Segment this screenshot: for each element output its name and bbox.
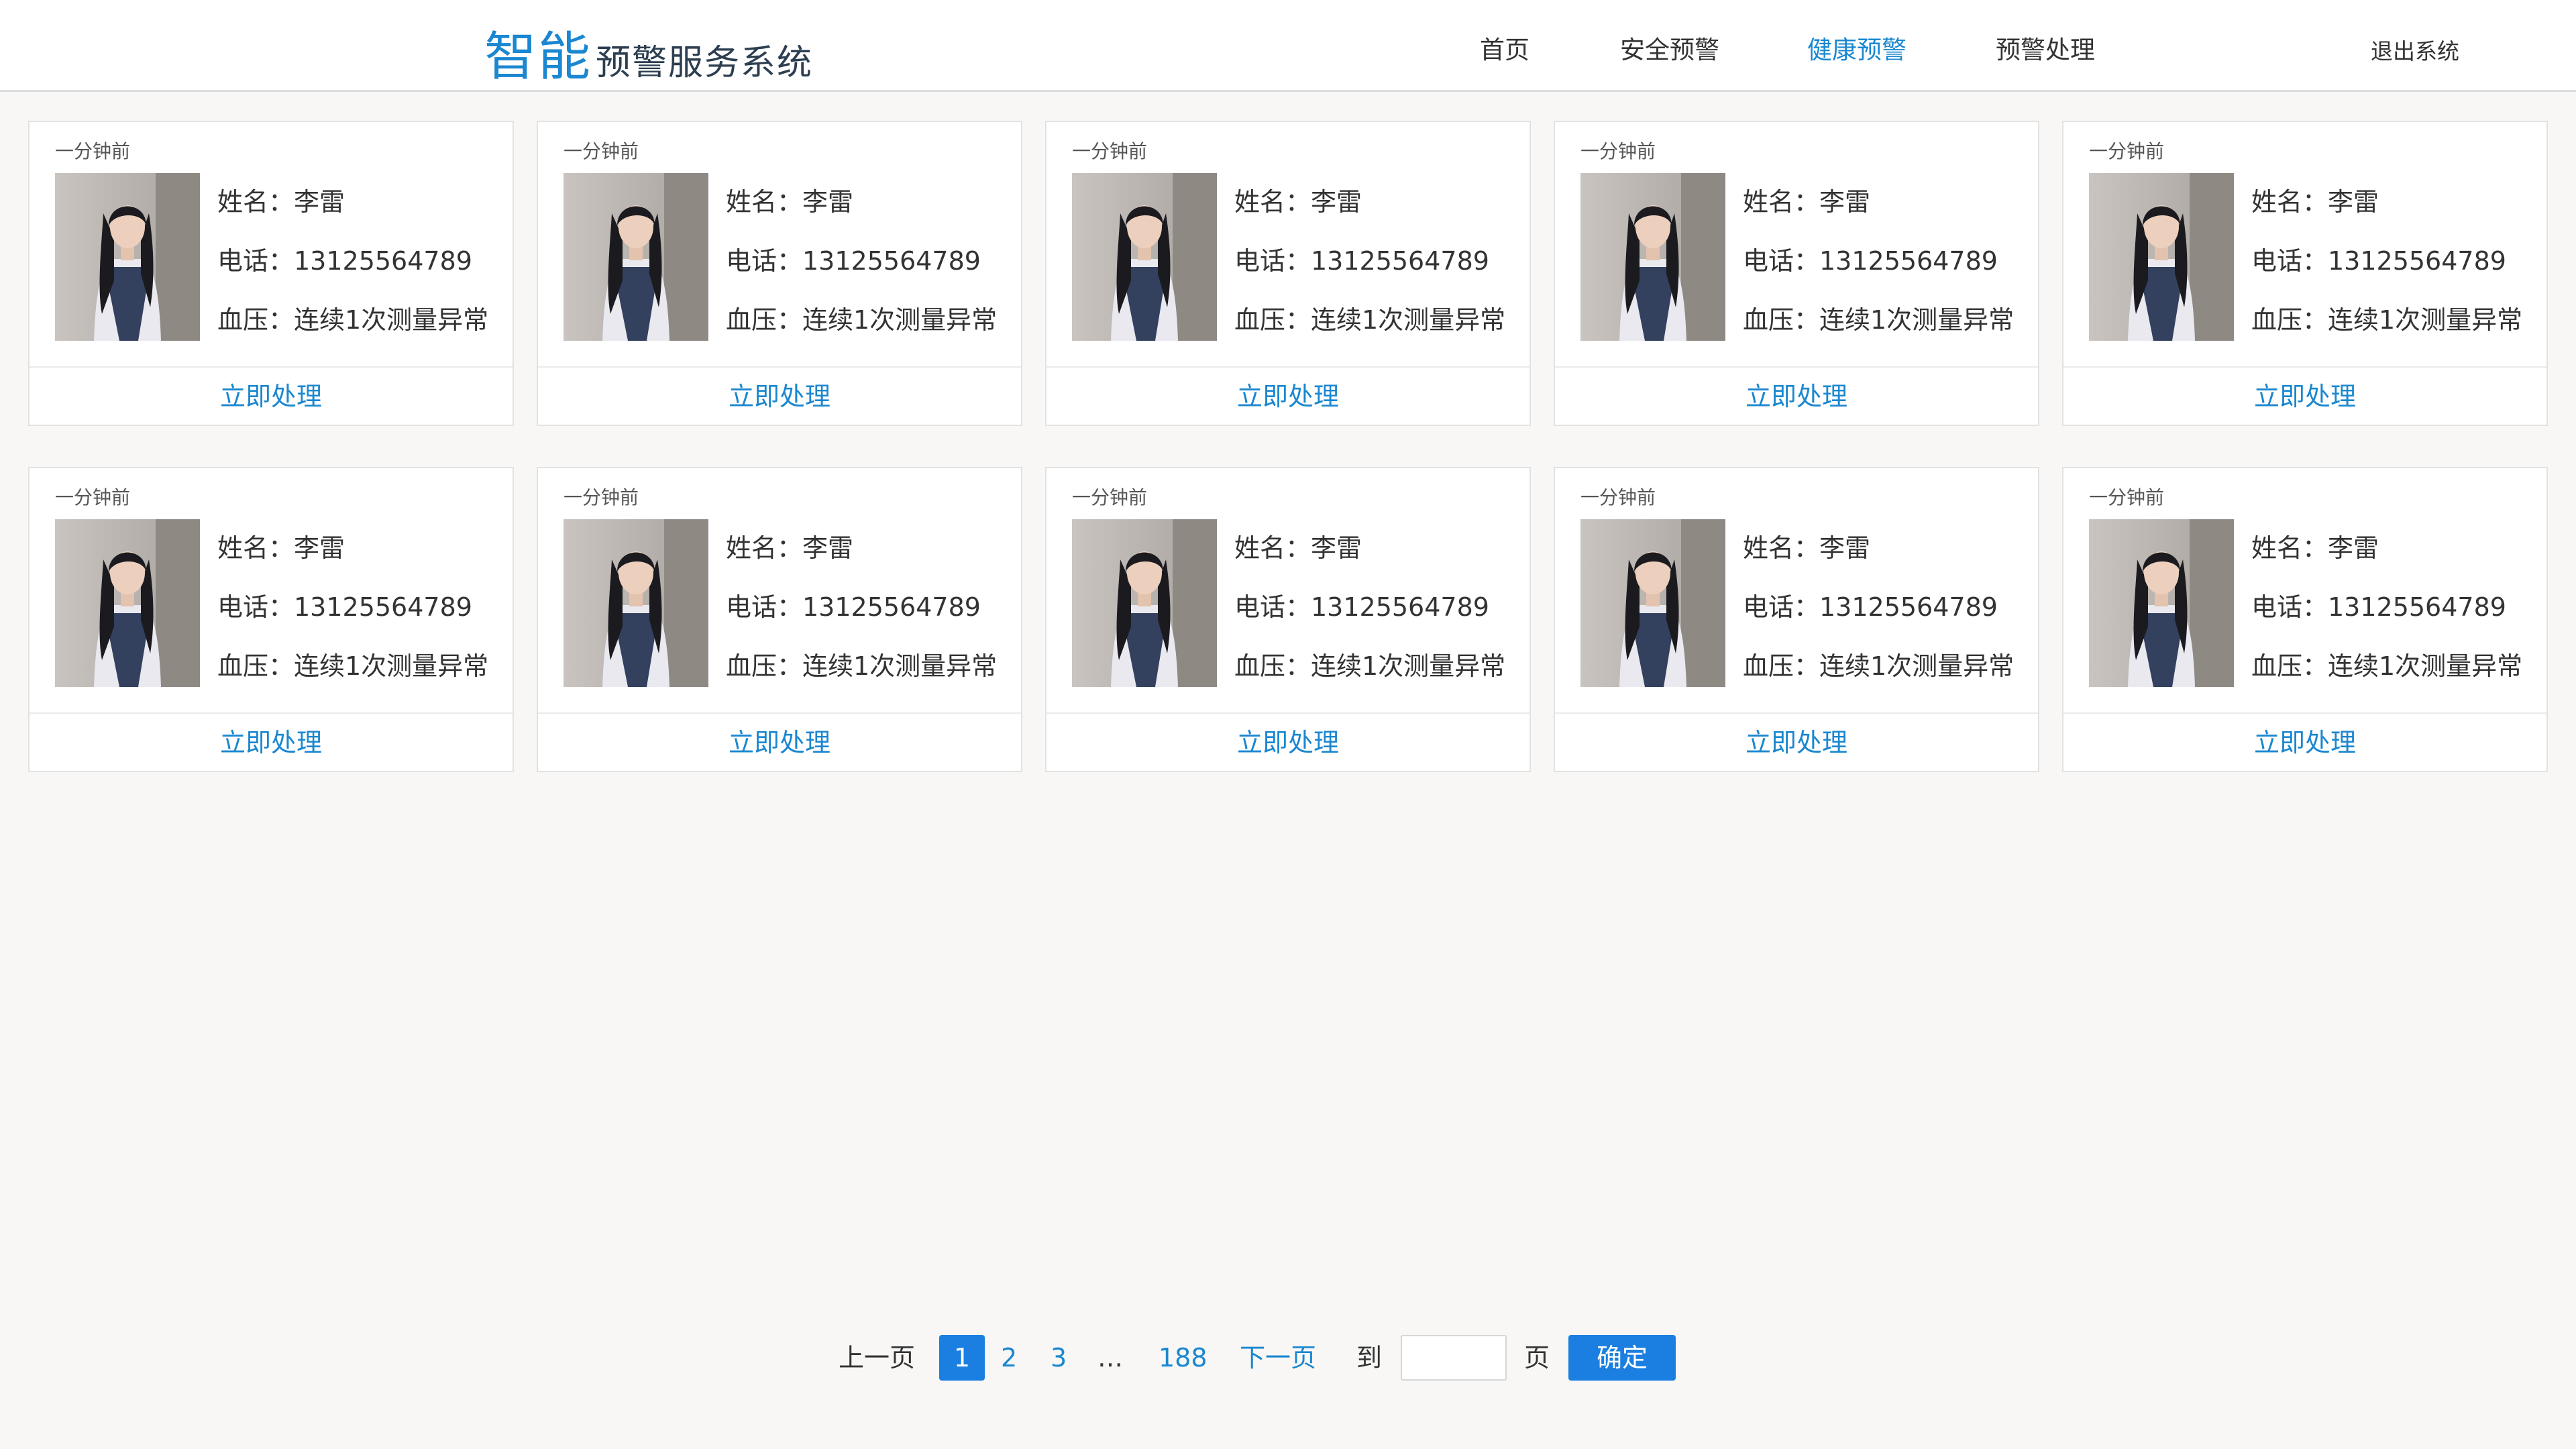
nav-warning-handling[interactable]: 预警处理: [1996, 30, 2095, 66]
person-photo: [1072, 519, 1217, 687]
person-photo: [1072, 173, 1217, 341]
person-photo: [2089, 519, 2234, 687]
prev-page-link[interactable]: 上一页: [839, 1335, 915, 1381]
warning-card: 一分钟前姓名：李雷电话：13125564789 血压：连续1次测量异常立即处理: [537, 467, 1022, 772]
card-blood-pressure: 血压：连续1次测量异常: [217, 651, 489, 681]
card-name: 姓名：李雷: [726, 533, 854, 563]
warning-card: 一分钟前姓名：李雷电话：13125564789 血压：连续1次测量异常立即处理: [1045, 467, 1531, 772]
page-2-link[interactable]: 2: [1001, 1335, 1017, 1381]
card-blood-pressure: 血压：连续1次测量异常: [1234, 651, 1506, 681]
card-time: 一分钟前: [564, 486, 639, 508]
page-unit-label: 页: [1524, 1343, 1550, 1373]
warning-card: 一分钟前姓名：李雷电话：13125564789 血压：连续1次测量异常立即处理: [537, 121, 1022, 426]
card-phone: 电话：13125564789: [1234, 246, 1489, 276]
handle-now-button[interactable]: 立即处理: [538, 714, 1021, 772]
logo-secondary-text: 预警服务系统: [596, 43, 814, 83]
card-phone: 电话：13125564789: [2251, 246, 2506, 276]
next-page-link[interactable]: 下一页: [1240, 1335, 1316, 1381]
warning-card: 一分钟前姓名：李雷电话：13125564789 血压：连续1次测量异常立即处理: [28, 467, 514, 772]
card-time: 一分钟前: [55, 140, 131, 162]
handle-now-button[interactable]: 立即处理: [1555, 368, 2038, 426]
warning-card: 一分钟前姓名：李雷电话：13125564789 血压：连续1次测量异常立即处理: [1554, 121, 2039, 426]
person-photo: [55, 173, 200, 341]
person-photo: [1580, 519, 1725, 687]
card-blood-pressure: 血压：连续1次测量异常: [1234, 305, 1506, 335]
goto-label: 到: [1356, 1343, 1383, 1373]
card-name: 姓名：李雷: [217, 533, 345, 563]
card-name: 姓名：李雷: [1743, 187, 1871, 217]
handle-now-button[interactable]: 立即处理: [2063, 714, 2546, 772]
person-photo: [1580, 173, 1725, 341]
card-phone: 电话：13125564789: [1743, 246, 1998, 276]
card-time: 一分钟前: [564, 140, 639, 162]
handle-now-button[interactable]: 立即处理: [1046, 368, 1529, 426]
warning-card: 一分钟前姓名：李雷电话：13125564789 血压：连续1次测量异常立即处理: [1045, 121, 1531, 426]
last-page-link[interactable]: 188: [1159, 1335, 1208, 1381]
card-name: 姓名：李雷: [726, 187, 854, 217]
card-phone: 电话：13125564789: [1743, 592, 1998, 622]
handle-now-button[interactable]: 立即处理: [30, 368, 513, 426]
card-blood-pressure: 血压：连续1次测量异常: [1743, 305, 2015, 335]
card-time: 一分钟前: [1580, 486, 1656, 508]
card-phone: 电话：13125564789: [1234, 592, 1489, 622]
warning-card: 一分钟前姓名：李雷电话：13125564789 血压：连续1次测量异常立即处理: [2062, 121, 2548, 426]
handle-now-button[interactable]: 立即处理: [30, 714, 513, 772]
card-blood-pressure: 血压：连续1次测量异常: [2251, 305, 2523, 335]
card-phone: 电话：13125564789: [726, 246, 981, 276]
confirm-page-button[interactable]: 确定: [1568, 1335, 1676, 1381]
card-time: 一分钟前: [1072, 486, 1148, 508]
top-header: 智能 预警服务系统 首页 安全预警 健康预警 预警处理 退出系统: [0, 0, 2576, 92]
card-blood-pressure: 血压：连续1次测量异常: [726, 651, 998, 681]
card-name: 姓名：李雷: [1743, 533, 1871, 563]
logo-primary-text: 智能: [484, 27, 592, 87]
card-phone: 电话：13125564789: [217, 592, 472, 622]
handle-now-button[interactable]: 立即处理: [538, 368, 1021, 426]
nav-safety-warning[interactable]: 安全预警: [1620, 30, 1719, 66]
pagination-ellipsis: …: [1097, 1343, 1123, 1373]
card-blood-pressure: 血压：连续1次测量异常: [2251, 651, 2523, 681]
card-name: 姓名：李雷: [217, 187, 345, 217]
page-1-current[interactable]: 1: [939, 1335, 985, 1381]
card-phone: 电话：13125564789: [217, 246, 472, 276]
person-photo: [564, 519, 708, 687]
person-photo: [55, 519, 200, 687]
warning-card: 一分钟前姓名：李雷电话：13125564789 血压：连续1次测量异常立即处理: [28, 121, 514, 426]
card-time: 一分钟前: [1072, 140, 1148, 162]
nav-health-warning[interactable]: 健康预警: [1807, 30, 1907, 66]
card-time: 一分钟前: [55, 486, 131, 508]
page-3-link[interactable]: 3: [1051, 1335, 1067, 1381]
warning-card: 一分钟前姓名：李雷电话：13125564789 血压：连续1次测量异常立即处理: [1554, 467, 2039, 772]
card-time: 一分钟前: [2089, 140, 2165, 162]
handle-now-button[interactable]: 立即处理: [1555, 714, 2038, 772]
card-name: 姓名：李雷: [1234, 533, 1362, 563]
card-time: 一分钟前: [2089, 486, 2165, 508]
nav-home[interactable]: 首页: [1480, 30, 1529, 66]
card-name: 姓名：李雷: [1234, 187, 1362, 217]
card-name: 姓名：李雷: [2251, 187, 2379, 217]
person-photo: [564, 173, 708, 341]
logout-link[interactable]: 退出系统: [2371, 34, 2459, 66]
card-name: 姓名：李雷: [2251, 533, 2379, 563]
app-logo: 智能 预警服务系统: [484, 15, 813, 90]
card-blood-pressure: 血压：连续1次测量异常: [726, 305, 998, 335]
card-blood-pressure: 血压：连续1次测量异常: [217, 305, 489, 335]
card-time: 一分钟前: [1580, 140, 1656, 162]
page-number-input[interactable]: [1401, 1335, 1507, 1381]
card-phone: 电话：13125564789: [726, 592, 981, 622]
person-photo: [2089, 173, 2234, 341]
warning-card: 一分钟前姓名：李雷电话：13125564789 血压：连续1次测量异常立即处理: [2062, 467, 2548, 772]
card-blood-pressure: 血压：连续1次测量异常: [1743, 651, 2015, 681]
handle-now-button[interactable]: 立即处理: [2063, 368, 2546, 426]
handle-now-button[interactable]: 立即处理: [1046, 714, 1529, 772]
card-phone: 电话：13125564789: [2251, 592, 2506, 622]
